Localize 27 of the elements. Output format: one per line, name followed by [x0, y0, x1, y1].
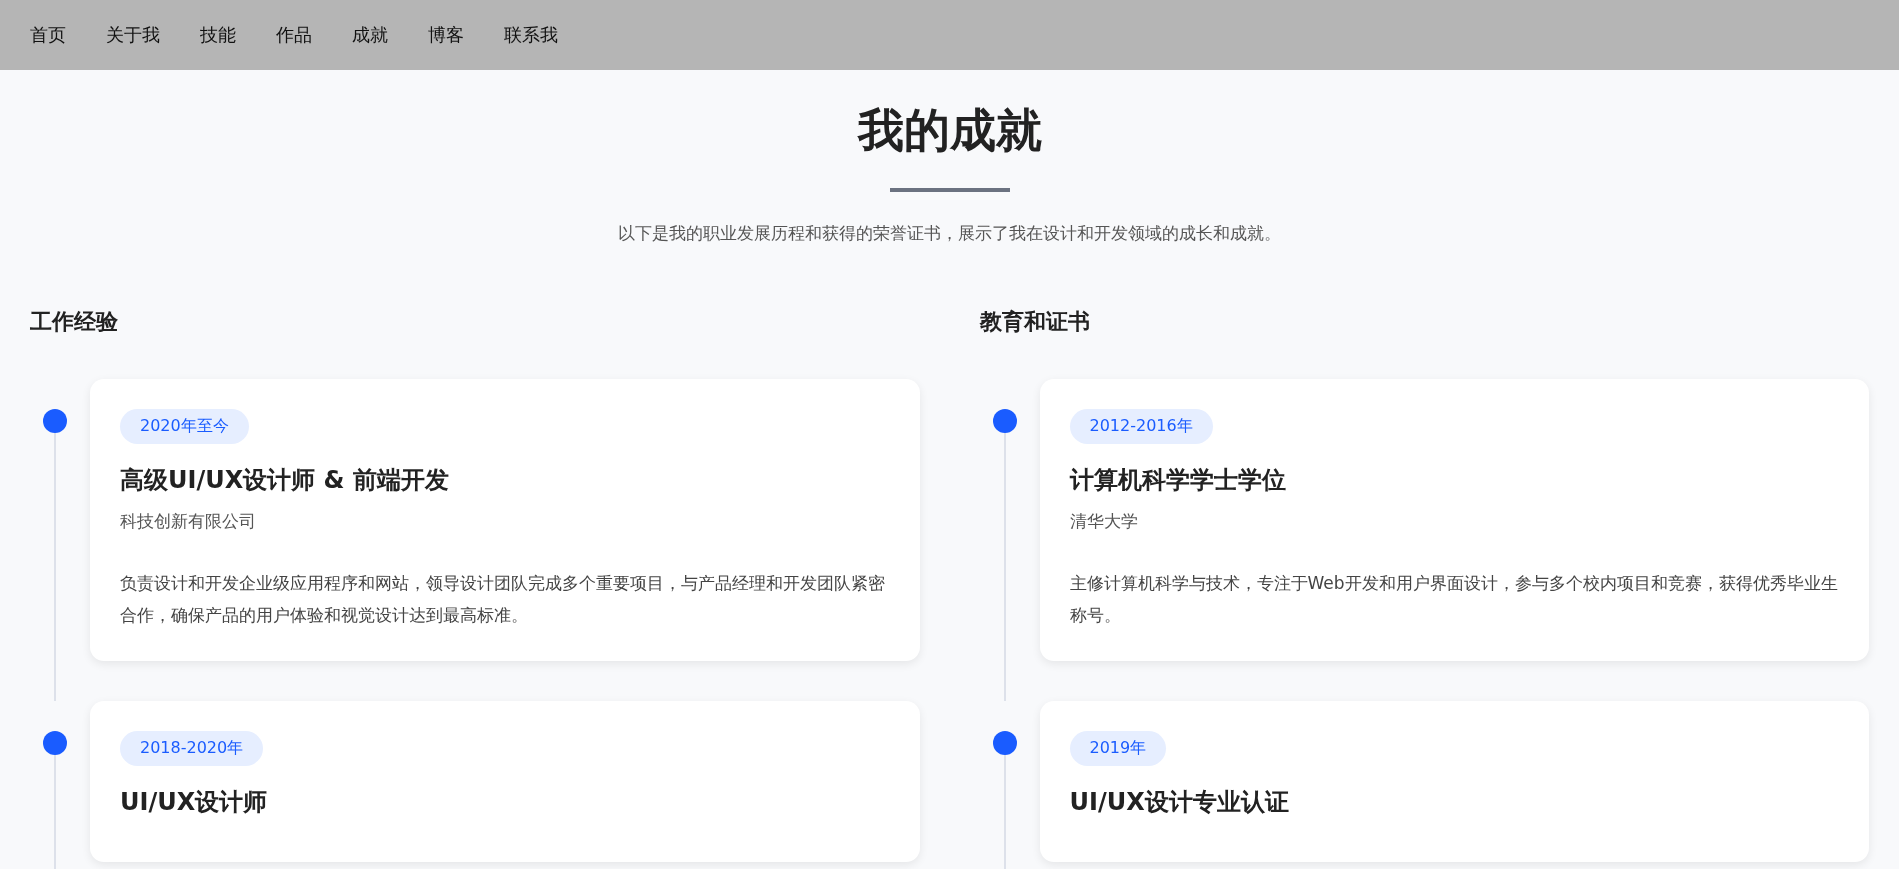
entry-title: 高级UI/UX设计师 & 前端开发	[120, 465, 450, 496]
date-badge: 2020年至今	[120, 409, 249, 444]
nav-link[interactable]: 博客	[428, 23, 464, 47]
nav-link[interactable]: 首页	[30, 23, 66, 47]
date-badge: 2019年	[1069, 731, 1167, 766]
timeline-dot	[43, 731, 67, 755]
entry-description: 负责设计和开发企业级应用程序和网站，领导设计团队完成多个重要项目，与产品经理和开发团队紧密合作，确保产品的用户体验和视觉设计达到最高标准。	[120, 572, 886, 627]
entry-title: 计算机科学学士学位	[1069, 465, 1287, 496]
entry-title: UI/UX设计专业认证	[1069, 787, 1290, 818]
nav-link[interactable]: 技能	[200, 23, 236, 47]
nav-link[interactable]: 关于我	[106, 23, 160, 47]
section-heading: 教育和证书	[979, 308, 1091, 336]
timeline-dot	[992, 731, 1017, 755]
nav-link[interactable]: 成就	[352, 23, 388, 47]
date-badge: 2018-2020年	[120, 731, 264, 766]
nav-link[interactable]: 作品	[276, 23, 312, 47]
entry-title: UI/UX设计师	[120, 787, 269, 818]
nav-link[interactable]: 联系我	[504, 23, 558, 47]
page-title: 我的成就	[857, 102, 1042, 159]
entry-description: 主修计算机科学与技术，专注于Web开发和用户界面设计，参与多个校内项目和竞赛，获得优秀毕业生称号。	[1069, 572, 1839, 627]
entry-organization: 科技创新有限公司	[120, 510, 257, 533]
page-subtitle: 以下是我的职业发展历程和获得的荣誉证书，展示了我在设计和开发领域的成长和成就。	[618, 222, 1281, 245]
entry-organization: 清华大学	[1069, 510, 1139, 533]
timeline-dot	[992, 409, 1017, 433]
date-badge: 2012-2016年	[1069, 409, 1213, 444]
section-heading: 工作经验	[30, 308, 119, 336]
timeline-dot	[43, 409, 67, 433]
